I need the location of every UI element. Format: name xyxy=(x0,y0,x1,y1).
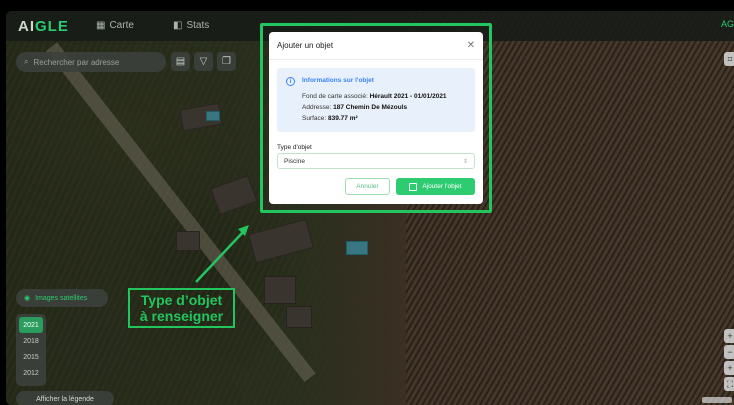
map-icon: ▤ xyxy=(175,56,186,67)
chevron-updown-icon: ⇕ xyxy=(462,158,468,165)
nav-stats-label: Stats xyxy=(186,20,210,31)
basemap-line: Fond de carte associé: Hérault 2021 - 01… xyxy=(302,93,447,100)
address-search[interactable]: ⌕ Rechercher par adresse xyxy=(16,52,166,72)
search-input[interactable]: Rechercher par adresse xyxy=(33,58,119,67)
user-avatar[interactable]: AG xyxy=(721,19,734,29)
info-icon: i xyxy=(286,77,295,86)
surface-line: Surface: 839.77 m² xyxy=(302,115,358,122)
info-title: Informations sur l'objet xyxy=(302,77,374,84)
cancel-button[interactable]: Annuler xyxy=(345,178,390,195)
year-selector: 2021 2018 2015 2012 xyxy=(16,314,46,386)
nav-stats[interactable]: ◧ Stats xyxy=(173,20,209,31)
annotation-box: Type d’objet à renseigner xyxy=(128,288,235,328)
fullscreen-icon: ⛶ xyxy=(726,378,734,389)
draw-tool-button[interactable]: ⌗ xyxy=(724,52,734,66)
map-icon: ▦ xyxy=(96,20,106,31)
year-option[interactable]: 2018 xyxy=(19,333,43,349)
object-type-label: Type d'objet xyxy=(277,144,312,151)
draw-icon: ⌗ xyxy=(727,53,733,64)
object-type-value: Piscine xyxy=(284,157,305,165)
year-option[interactable]: 2012 xyxy=(19,365,43,381)
address-line: Addresse: 187 Chemin De Mézouls xyxy=(302,104,408,111)
modal-title: Ajouter un objet xyxy=(277,41,334,50)
add-object-modal: Ajouter un objet ✕ i Informations sur l'… xyxy=(269,32,483,204)
layers-button[interactable]: ❐ xyxy=(217,52,236,71)
object-info-box: i Informations sur l'objet Fond de carte… xyxy=(277,68,475,132)
nav-carte[interactable]: ▦ Carte xyxy=(96,20,134,31)
year-option[interactable]: 2021 xyxy=(19,317,43,333)
map-scale xyxy=(702,397,732,403)
filter-icon: ▽ xyxy=(199,56,208,67)
year-option[interactable]: 2015 xyxy=(19,349,43,365)
nav-carte-label: Carte xyxy=(109,20,134,31)
annotation-line-1: Type d’objet xyxy=(140,292,223,308)
compass-button[interactable]: + xyxy=(724,361,734,375)
stats-icon: ◧ xyxy=(173,20,183,31)
app-logo[interactable]: AIGLE xyxy=(18,18,69,35)
add-object-label: Ajouter l'objet xyxy=(422,183,462,190)
zoom-in-button[interactable]: + xyxy=(724,329,734,343)
modal-header: Ajouter un objet ✕ xyxy=(269,32,483,60)
map-tool-button[interactable]: ▤ xyxy=(171,52,190,71)
close-icon[interactable]: ✕ xyxy=(467,40,475,51)
compass-icon: + xyxy=(727,363,733,373)
minus-icon: − xyxy=(727,347,733,357)
modal-highlight: Ajouter un objet ✕ i Informations sur l'… xyxy=(260,23,492,213)
show-legend-button[interactable]: Afficher la légende xyxy=(16,391,114,405)
object-type-select[interactable]: Piscine ⇕ xyxy=(277,153,475,169)
search-icon: ⌕ xyxy=(24,57,29,66)
filter-button[interactable]: ▽ xyxy=(194,52,213,71)
add-object-button[interactable]: Ajouter l'objet xyxy=(396,178,475,195)
plus-icon: + xyxy=(727,331,733,341)
fullscreen-button[interactable]: ⛶ xyxy=(724,377,734,391)
annotation-line-2: à renseigner xyxy=(139,308,224,324)
satellite-toggle-label: Images satellites xyxy=(35,294,88,302)
satellite-toggle[interactable]: ◉ Images satellites xyxy=(16,289,108,307)
zoom-out-button[interactable]: − xyxy=(724,345,734,359)
eye-icon: ◉ xyxy=(24,295,31,302)
polygon-icon xyxy=(409,182,418,191)
layers-icon: ❐ xyxy=(222,56,231,67)
